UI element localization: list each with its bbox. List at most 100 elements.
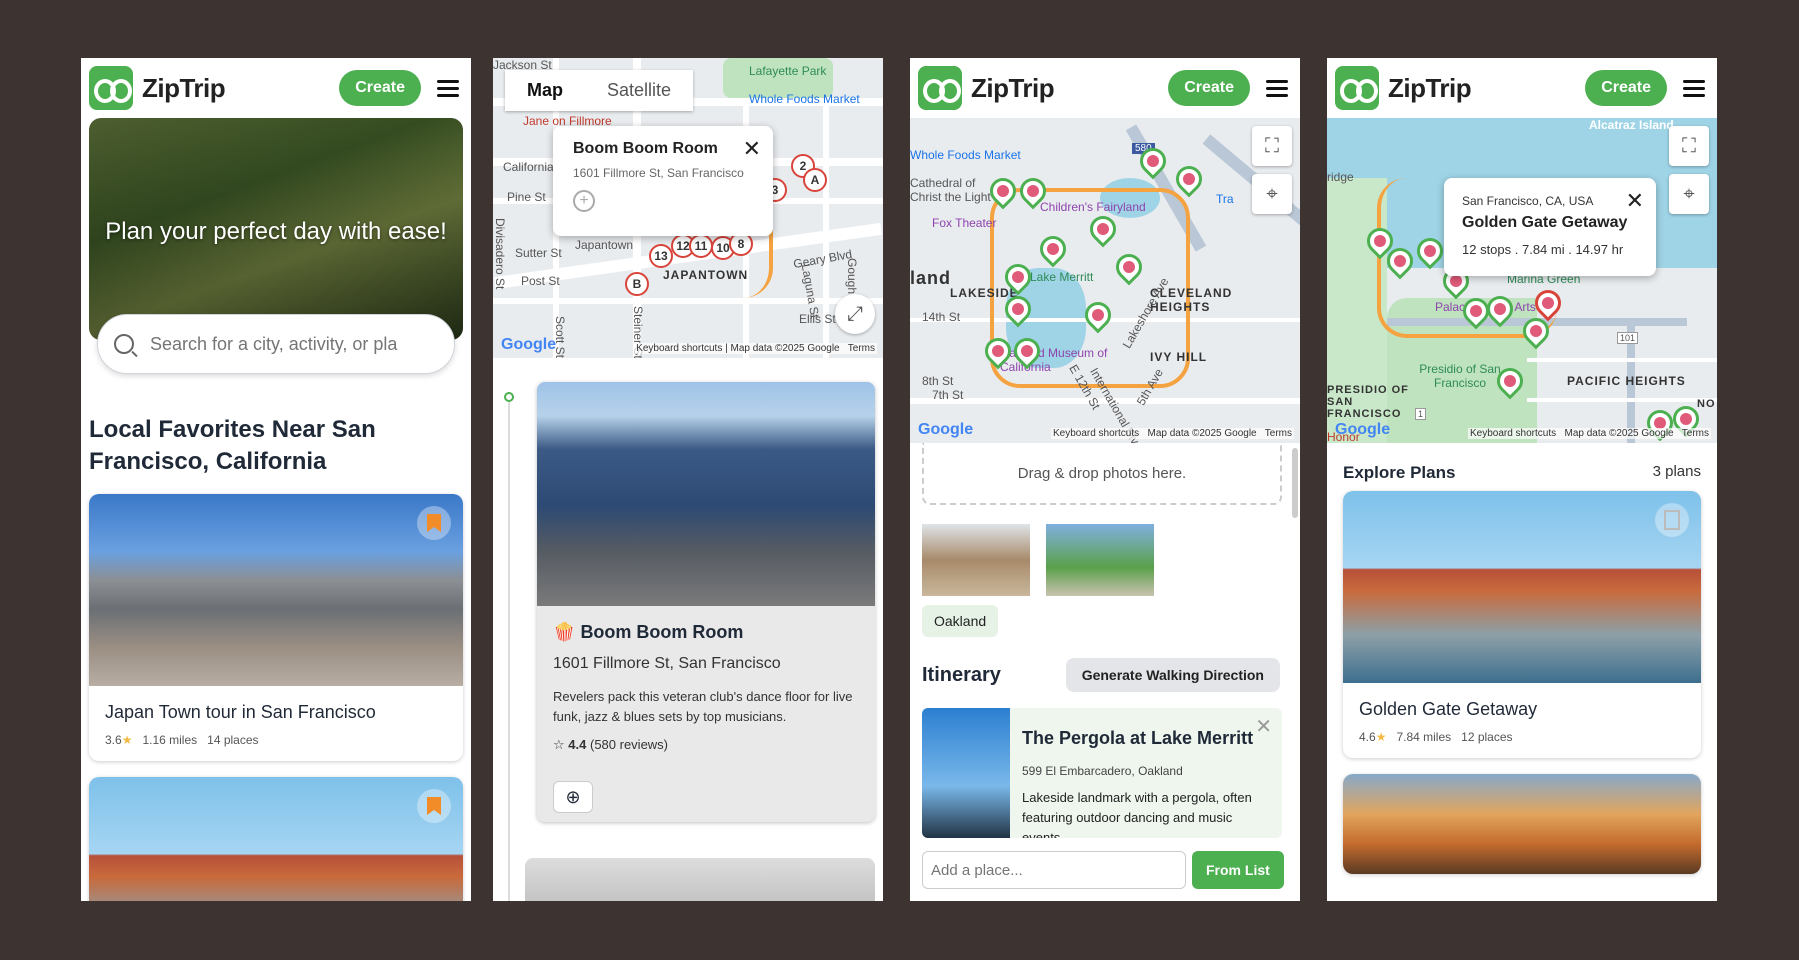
map-type-tabs: Map Satellite xyxy=(505,70,694,111)
app-header: ZipTrip Create xyxy=(1327,58,1717,118)
card-rating: 3.6★ xyxy=(105,733,133,747)
locate-icon[interactable]: ⌖ xyxy=(1669,174,1709,214)
app-header: ZipTrip Create xyxy=(81,58,471,118)
search-bar[interactable] xyxy=(97,314,455,374)
map-label: IVY HILL xyxy=(1150,350,1208,364)
generate-walking-direction-button[interactable]: Generate Walking Direction xyxy=(1065,658,1280,692)
menu-icon[interactable] xyxy=(1683,79,1705,97)
add-place-row: From List xyxy=(922,851,1284,889)
map-label: Lafayette Park xyxy=(749,64,827,78)
brand-name[interactable]: ZipTrip xyxy=(1388,73,1472,104)
map-attribution: Keyboard shortcuts Map data ©2025 Google… xyxy=(1467,428,1711,439)
photo-thumbnail[interactable] xyxy=(922,524,1030,596)
map-label: 14th St xyxy=(922,310,961,324)
create-button[interactable]: Create xyxy=(1585,70,1667,106)
map-label: Alcatraz Island xyxy=(1589,118,1674,132)
map-pin[interactable]: 11 xyxy=(689,234,713,258)
brand-name[interactable]: ZipTrip xyxy=(971,73,1055,104)
popcorn-icon: 🍿 xyxy=(553,622,576,642)
panel-itinerary: ZipTrip Create Whole Foods Market Cathed… xyxy=(910,58,1300,901)
place-image xyxy=(537,382,875,606)
search-icon xyxy=(114,334,134,354)
timeline-dot xyxy=(504,392,514,402)
map-pin[interactable]: A xyxy=(803,168,827,192)
card-title: Golden Gate Getaway xyxy=(1359,699,1538,719)
map-label: Laguna St xyxy=(798,262,823,320)
brand-name[interactable]: ZipTrip xyxy=(142,73,226,104)
fullscreen-icon[interactable]: ⤢ xyxy=(835,294,875,334)
google-logo: Google xyxy=(1335,421,1391,438)
map-attribution: Keyboard shortcuts | Map data ©2025 Goog… xyxy=(634,343,877,354)
timeline-line xyxy=(508,398,510,901)
logo-icon[interactable] xyxy=(918,66,962,110)
card-places: 14 places xyxy=(207,733,259,747)
add-place-input[interactable] xyxy=(922,851,1186,889)
from-list-button[interactable]: From List xyxy=(1192,851,1284,889)
create-button[interactable]: Create xyxy=(1168,70,1250,106)
card-distance: 1.16 miles xyxy=(142,733,198,747)
search-input[interactable] xyxy=(150,333,400,355)
map-pin[interactable]: B xyxy=(625,272,649,296)
logo-icon[interactable] xyxy=(89,66,133,110)
bookmark-icon[interactable] xyxy=(1655,503,1689,537)
tab-map[interactable]: Map xyxy=(505,70,585,111)
card-rating: 4.6★ xyxy=(1359,730,1387,744)
menu-icon[interactable] xyxy=(1266,79,1288,97)
google-logo: Google xyxy=(501,336,557,353)
close-icon[interactable]: ✕ xyxy=(1255,714,1272,739)
info-title: Golden Gate Getaway xyxy=(1462,214,1628,231)
map-attribution: Keyboard shortcuts Map data ©2025 Google… xyxy=(1050,428,1294,439)
logo-icon[interactable] xyxy=(1335,66,1379,110)
fullscreen-icon[interactable]: ⛶ xyxy=(1252,126,1292,166)
itinerary-title: Itinerary xyxy=(922,664,1001,686)
itinerary-item[interactable]: The Pergola at Lake Merritt 599 El Embar… xyxy=(922,708,1282,838)
bookmark-icon[interactable] xyxy=(417,789,451,823)
map-label: 101 xyxy=(1617,332,1639,344)
hero-text: Plan your perfect day with ease! xyxy=(105,218,447,245)
hero-image: Plan your perfect day with ease! xyxy=(89,118,463,340)
card-distance: 7.84 miles xyxy=(1396,730,1452,744)
map[interactable]: Whole Foods Market Cathedral of Christ t… xyxy=(910,118,1300,443)
plan-count: 3 plans xyxy=(1652,463,1701,480)
map-label: ridge xyxy=(1327,170,1354,184)
add-place-button[interactable]: ⊕ xyxy=(553,781,593,813)
card-image xyxy=(1343,491,1701,683)
menu-icon[interactable] xyxy=(437,79,459,97)
google-logo: Google xyxy=(918,421,974,438)
close-icon[interactable]: ✕ xyxy=(743,136,761,162)
plan-card[interactable]: Japan Town tour in San Francisco 3.6★ 1.… xyxy=(89,494,463,761)
place-card[interactable] xyxy=(525,858,875,901)
explore-title: Explore Plans xyxy=(1343,463,1456,482)
location-tag[interactable]: Oakland xyxy=(922,605,999,637)
map-label: Lake Merritt xyxy=(1030,270,1094,284)
app-header: ZipTrip Create xyxy=(910,58,1300,118)
photo-drop-zone[interactable]: Drag & drop photos here. xyxy=(922,443,1282,505)
close-icon[interactable]: ✕ xyxy=(1626,188,1644,214)
map-label: Whole Foods Market xyxy=(910,148,1021,162)
explore-header: Explore Plans 3 plans xyxy=(1343,463,1701,483)
map-label: Sutter St xyxy=(515,246,562,260)
map-label: Whole Foods Market xyxy=(749,92,860,106)
map[interactable]: Alcatraz Island Palace of Fine Arts Mari… xyxy=(1327,118,1717,443)
place-card[interactable]: 🍿 Boom Boom Room 1601 Fillmore St, San F… xyxy=(537,382,875,822)
fullscreen-icon[interactable]: ⛶ xyxy=(1669,126,1709,166)
photo-thumbnail[interactable] xyxy=(1046,524,1154,596)
map-info-window: Boom Boom Room 1601 Fillmore St, San Fra… xyxy=(553,126,773,236)
locate-icon[interactable]: ⌖ xyxy=(1252,174,1292,214)
card-image xyxy=(89,494,463,686)
plan-card[interactable]: Golden Gate Getaway 4.6★ 7.84 miles 12 p… xyxy=(1343,491,1701,758)
add-icon[interactable]: + xyxy=(573,190,595,212)
map-info-window: San Francisco, CA, USA Golden Gate Getaw… xyxy=(1444,178,1656,276)
create-button[interactable]: Create xyxy=(339,70,421,106)
item-address: 599 El Embarcadero, Oakland xyxy=(1022,764,1183,778)
map-pin[interactable]: 13 xyxy=(649,244,673,268)
panel-place-detail: Jackson St Lafayette Park Whole Foods Ma… xyxy=(493,58,883,901)
place-rating: ☆ 4.4 (580 reviews) xyxy=(553,737,669,752)
map[interactable]: Jackson St Lafayette Park Whole Foods Ma… xyxy=(493,58,883,358)
scrollbar[interactable] xyxy=(1292,448,1298,518)
plan-card[interactable] xyxy=(1343,774,1701,874)
tab-satellite[interactable]: Satellite xyxy=(585,70,693,111)
place-title: 🍿 Boom Boom Room xyxy=(553,622,744,642)
bookmark-icon[interactable] xyxy=(417,506,451,540)
plan-card[interactable] xyxy=(89,777,463,901)
